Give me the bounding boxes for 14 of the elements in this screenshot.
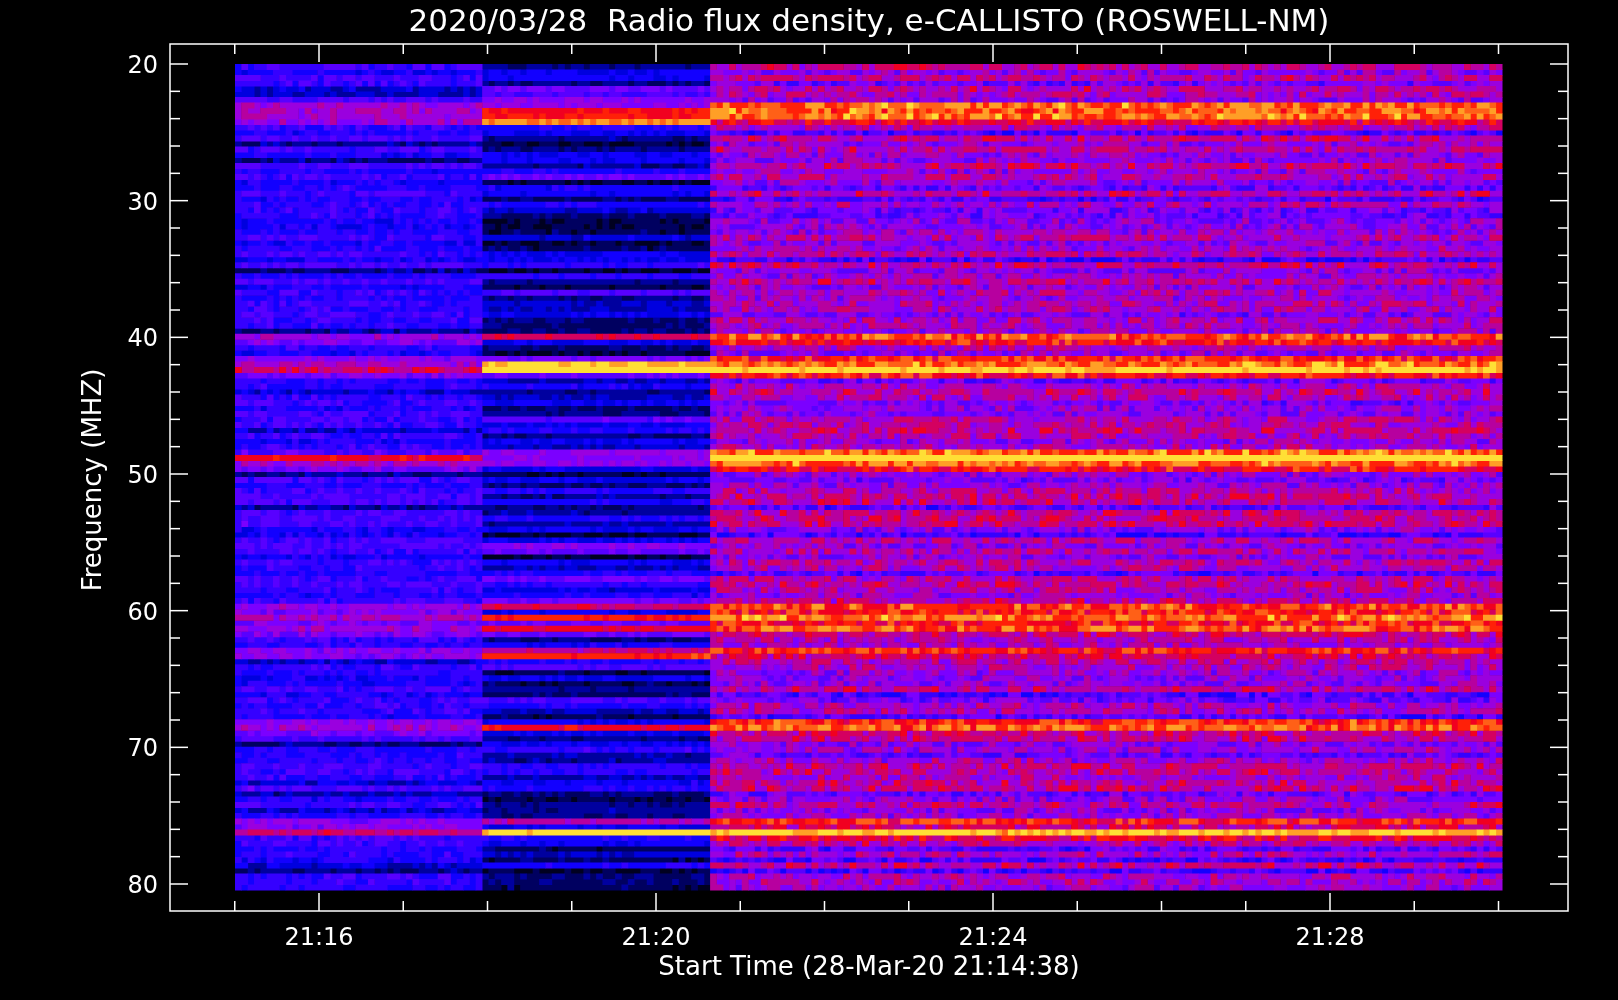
y-axis-label: Frequency (MHZ): [77, 368, 107, 592]
y-tick-label: 80: [127, 871, 158, 899]
y-tick-label: 40: [127, 324, 158, 353]
x-tick-label: 21:24: [958, 923, 1028, 951]
y-tick-label: 20: [127, 51, 158, 79]
chart-title: 2020/03/28 Radio flux density, e-CALLISTO (ROSWELL-NM): [408, 2, 1330, 38]
x-tick-label: 21:16: [284, 923, 354, 951]
y-tick-label: 70: [127, 734, 158, 763]
y-tick-label: 60: [127, 597, 158, 626]
y-tick-label: 30: [127, 187, 158, 216]
x-tick-label: 21:20: [621, 923, 691, 951]
y-tick-label: 50: [127, 461, 158, 489]
x-axis-label: Start Time (28-Mar-20 21:14:38): [658, 951, 1080, 981]
x-tick-label: 21:28: [1295, 923, 1365, 951]
